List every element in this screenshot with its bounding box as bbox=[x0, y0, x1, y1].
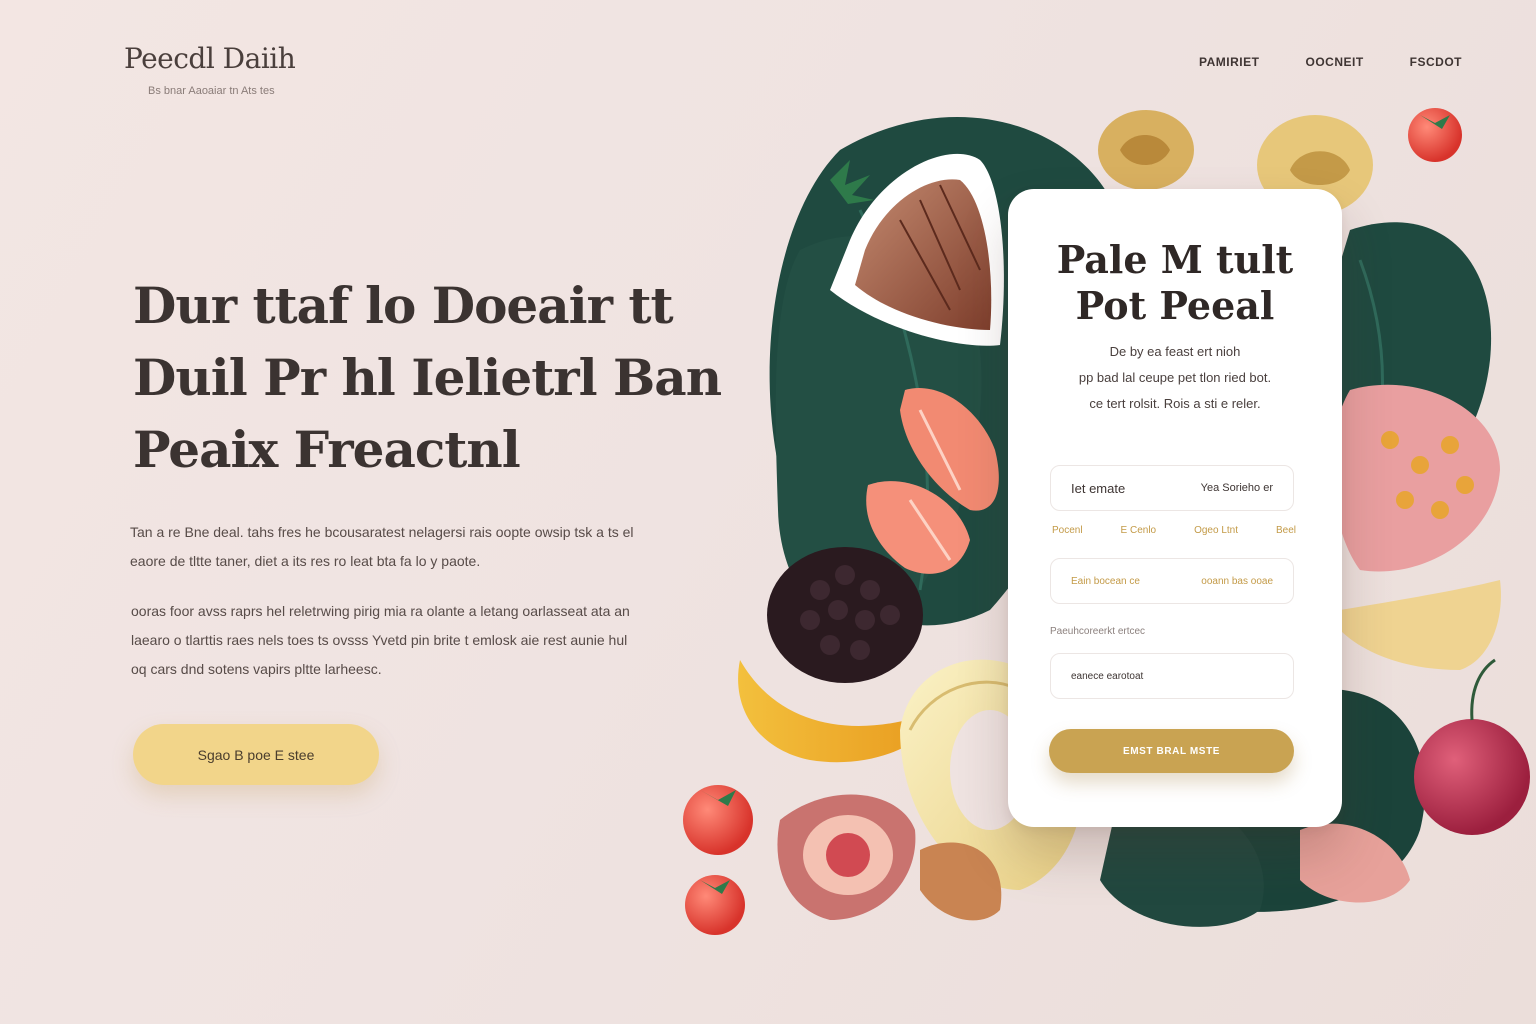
hero-description-line: ooras foor avss raprs hel reletrwing pir… bbox=[131, 603, 630, 619]
primary-input[interactable]: Iet emate Yea Sorieho er bbox=[1050, 465, 1294, 511]
pasta bbox=[1340, 580, 1501, 670]
hero-description-line: eaore de tltte taner, diet a its res ro … bbox=[130, 553, 481, 569]
card-subtitle-line: pp bad lal ceupe pet tlon ried bot. bbox=[1078, 370, 1272, 385]
nav-link-3[interactable]: FSCDOT bbox=[1410, 55, 1462, 69]
hero-headline: Dur ttaf lo Doeair tt Duil Pr hl Ielietr… bbox=[133, 270, 733, 486]
third-input-label: Paeuhcoreerkt ertcec bbox=[1050, 626, 1146, 637]
secondary-input-right: ooann bas ooae bbox=[1201, 575, 1273, 587]
hero-description-line: oq cars dnd sotens vapirs pltte larheesc… bbox=[131, 661, 382, 677]
secondary-input[interactable]: Eain bocean ce ooann bas ooae bbox=[1050, 558, 1294, 604]
option-link-3[interactable]: Ogeo Ltnt bbox=[1194, 525, 1238, 536]
card-title-line: Pale M tult bbox=[1056, 237, 1294, 282]
primary-input-value: Iet emate bbox=[1071, 480, 1126, 496]
nav-link-2[interactable]: OOCNEIT bbox=[1305, 55, 1363, 69]
primary-input-suffix: Yea Sorieho er bbox=[1200, 482, 1273, 494]
beetroot bbox=[1414, 719, 1530, 835]
option-link-4[interactable]: Beel bbox=[1276, 525, 1296, 536]
card-subtitle-line: ce tert rolsit. Rois a sti e reler. bbox=[1089, 396, 1261, 411]
hero-cta-button[interactable]: Sgao B poe E stee bbox=[133, 724, 379, 785]
card-subtitle: De by ea feast ert nioh pp bad lal ceupe… bbox=[1008, 339, 1342, 417]
submit-button[interactable]: EMST BRAL MSTE bbox=[1049, 729, 1294, 773]
tomato bbox=[683, 785, 753, 855]
brand[interactable]: Peecdl Daiih Bs bnar Aaoaiar tn Ats tes bbox=[124, 42, 296, 97]
secondary-input-left: Eain bocean ce bbox=[1071, 575, 1140, 587]
top-nav: PAMIRIET OOCNEIT FSCDOT bbox=[1199, 55, 1462, 69]
hero-description-secondary: ooras foor avss raprs hel reletrwing pir… bbox=[131, 597, 671, 684]
signup-card: Pale M tult Pot Peeal De by ea feast ert… bbox=[1008, 189, 1342, 827]
option-link-1[interactable]: Pocenl bbox=[1052, 525, 1083, 536]
option-links: Pocenl E Cenlo Ogeo Ltnt Beel bbox=[1052, 525, 1296, 536]
hero-description: Tan a re Bne deal. tahs fres he bcousara… bbox=[130, 518, 670, 576]
option-link-2[interactable]: E Cenlo bbox=[1121, 525, 1157, 536]
card-title-line: Pot Peeal bbox=[1075, 283, 1275, 328]
hero-headline-line: Peaix Freactnl bbox=[133, 420, 521, 479]
nav-link-1[interactable]: PAMIRIET bbox=[1199, 55, 1259, 69]
hero-headline-line: Duil Pr hl Ielietrl Ban bbox=[133, 348, 722, 407]
tomato bbox=[1408, 108, 1462, 162]
brand-logo-text: Peecdl Daiih bbox=[124, 42, 296, 75]
card-title: Pale M tult Pot Peeal bbox=[1008, 237, 1342, 329]
tomato bbox=[685, 875, 745, 935]
third-input-value: eanece earotoat bbox=[1071, 670, 1144, 682]
hero-headline-line: Dur ttaf lo Doeair tt bbox=[133, 276, 674, 335]
hero-description-line: laearo o tlarttis raes nels toes ts ovss… bbox=[131, 632, 628, 648]
card-subtitle-line: De by ea feast ert nioh bbox=[1109, 344, 1241, 359]
brand-tagline: Bs bnar Aaoaiar tn Ats tes bbox=[148, 85, 275, 97]
third-input[interactable]: eanece earotoat bbox=[1050, 653, 1294, 699]
hero-description-line: Tan a re Bne deal. tahs fres he bcousara… bbox=[130, 524, 634, 540]
